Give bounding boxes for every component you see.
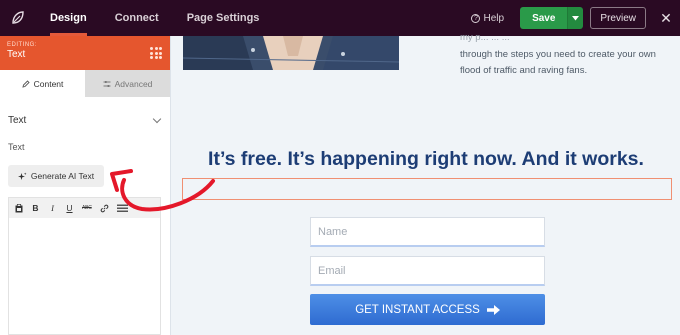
clipboard-icon[interactable] — [14, 202, 23, 214]
drag-grip-icon[interactable] — [150, 47, 162, 59]
page-canvas: my p... ... ... through the steps you ne… — [172, 32, 680, 335]
link-icon[interactable] — [100, 202, 109, 214]
editing-block-title: Text — [7, 49, 26, 60]
editing-header: EDITING: Text — [0, 36, 170, 70]
tab-advanced[interactable]: Advanced — [85, 70, 170, 97]
text-field-label: Text — [8, 142, 25, 152]
sliders-icon — [103, 80, 111, 87]
cta-label: GET INSTANT ACCESS — [355, 303, 480, 316]
tab-content-label: Content — [33, 78, 64, 89]
rich-text-editor[interactable]: B I U ABC — [8, 197, 161, 335]
generate-ai-text-label: Generate AI Text — [30, 171, 95, 181]
sparkle-icon — [17, 172, 27, 180]
save-button[interactable]: Save — [520, 7, 568, 29]
help-link[interactable]: ? Help — [471, 13, 504, 24]
tab-design[interactable]: Design — [36, 0, 101, 36]
strikethrough-icon[interactable]: ABC — [82, 202, 92, 214]
tab-content[interactable]: Content — [0, 70, 85, 97]
tab-connect[interactable]: Connect — [101, 0, 173, 36]
italic-icon[interactable]: I — [48, 202, 57, 214]
tab-page-settings[interactable]: Page Settings — [173, 0, 274, 36]
pencil-icon — [21, 79, 30, 88]
help-circle-icon: ? — [471, 13, 481, 23]
panel-tabs: Content Advanced — [0, 70, 170, 97]
arrow-right-icon — [486, 304, 500, 315]
headline[interactable]: It’s free. It’s happening right now. And… — [172, 148, 680, 171]
hero-copy-line: through the steps you need to create you… — [460, 48, 656, 60]
help-label: Help — [483, 12, 505, 24]
name-input[interactable]: Name — [310, 217, 545, 247]
email-input[interactable]: Email — [310, 256, 545, 286]
save-dropdown-button[interactable] — [567, 7, 584, 29]
selected-text-block[interactable] — [182, 178, 672, 200]
hero-copy: my p... ... ... through the steps you ne… — [460, 30, 675, 80]
preview-button[interactable]: Preview — [590, 7, 646, 29]
caret-down-icon — [572, 15, 580, 20]
seedprod-logo-icon[interactable] — [0, 0, 36, 36]
hero-copy-line: flood of traffic and raving fans. — [460, 65, 588, 76]
underline-icon[interactable]: U — [65, 202, 74, 214]
editor-toolbar: B I U ABC — [9, 198, 160, 218]
editing-label: EDITING: — [7, 42, 38, 48]
bold-icon[interactable]: B — [31, 202, 40, 214]
editor-sidebar: EDITING: Text Content Advanced Text Text — [0, 36, 171, 335]
toolbar-toggle-icon[interactable] — [116, 202, 128, 214]
chevron-down-icon — [152, 114, 162, 124]
generate-ai-text-button[interactable]: Generate AI Text — [8, 165, 104, 187]
section-title: Text — [8, 115, 27, 126]
hero-image — [183, 36, 399, 70]
get-instant-access-button[interactable]: GET INSTANT ACCESS — [310, 294, 545, 325]
tab-advanced-label: Advanced — [114, 78, 153, 89]
close-icon[interactable]: ✕ — [656, 10, 676, 27]
hero-copy-line: my p... ... ... — [460, 32, 510, 43]
text-section-header[interactable]: Text — [0, 114, 170, 126]
save-button-group: Save — [520, 7, 584, 29]
